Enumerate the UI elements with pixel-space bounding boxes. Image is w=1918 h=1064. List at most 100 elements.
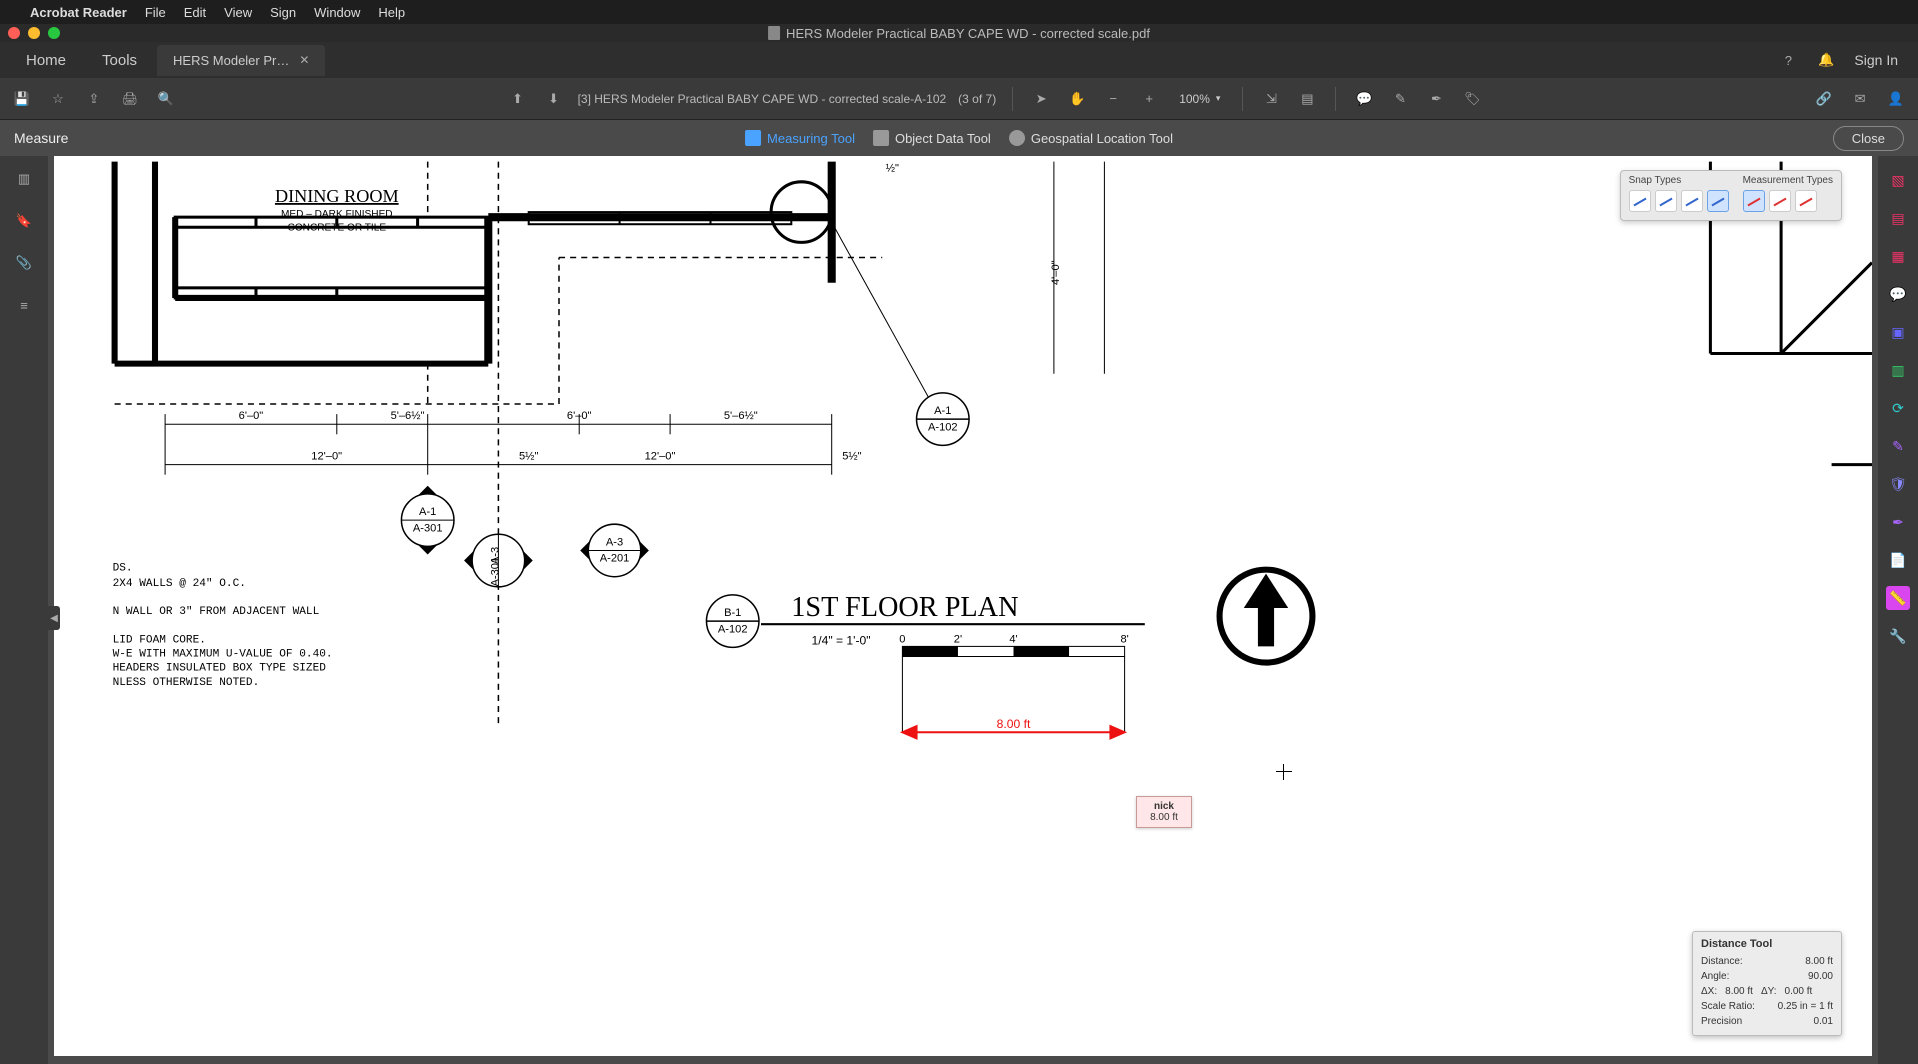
account-icon[interactable]: 👤	[1884, 87, 1908, 111]
angle-v: 90.00	[1808, 969, 1833, 984]
tool-redact-icon[interactable]: ✎	[1886, 434, 1910, 458]
tab-document[interactable]: HERS Modeler Pr… ✕	[157, 45, 325, 76]
bookmarks-icon[interactable]: 🔖	[13, 210, 35, 232]
measure-distance[interactable]	[1743, 190, 1765, 212]
zoom-level[interactable]: 100% ▾	[1173, 90, 1226, 108]
tool-request-sig-icon[interactable]: 📄	[1886, 548, 1910, 572]
window-minimize[interactable]	[28, 27, 40, 39]
geospatial-tool-button[interactable]: Geospatial Location Tool	[1009, 130, 1173, 146]
zoom-in-icon[interactable]: +	[1137, 87, 1161, 111]
window-close[interactable]	[8, 27, 20, 39]
document-canvas[interactable]: ◀	[48, 156, 1878, 1064]
bell-icon[interactable]: 🔔	[1816, 50, 1836, 70]
scalebar-0: 0	[899, 633, 905, 645]
fit-width-icon[interactable]: ⇲	[1259, 87, 1283, 111]
menu-help[interactable]: Help	[378, 5, 405, 20]
plan-scale: 1/4" = 1'-0"	[812, 633, 871, 647]
angle-k: Angle:	[1701, 969, 1729, 984]
note-4: W-E WITH MAXIMUM U-VALUE OF 0.40.	[113, 649, 333, 661]
measure-area[interactable]	[1795, 190, 1817, 212]
dim-6-0-a: 6'–0"	[239, 410, 264, 422]
thumbnails-icon[interactable]: ▥	[13, 168, 35, 190]
menu-edit[interactable]: Edit	[184, 5, 206, 20]
tool-protect-icon[interactable]: 🛡	[1886, 472, 1910, 496]
measuring-tool-button[interactable]: Measuring Tool	[745, 130, 855, 146]
save-icon[interactable]: 💾	[10, 87, 34, 111]
menu-file[interactable]: File	[145, 5, 166, 20]
measurement-annotation[interactable]: nick 8.00 ft	[1136, 796, 1192, 828]
callout-a1-301-bot: A-301	[413, 522, 443, 534]
object-data-tool-label: Object Data Tool	[895, 131, 991, 146]
geospatial-tool-label: Geospatial Location Tool	[1031, 131, 1173, 146]
tab-tools[interactable]: Tools	[86, 44, 153, 77]
select-tool-icon[interactable]: ➤	[1029, 87, 1053, 111]
tool-create-pdf-icon[interactable]: ▧	[1886, 168, 1910, 192]
tool-export-pdf-icon[interactable]: ▦	[1886, 244, 1910, 268]
share-icon[interactable]: ⇪	[82, 87, 106, 111]
dx-v: 8.00 ft	[1725, 984, 1753, 999]
tool-compress-icon[interactable]: ⟳	[1886, 396, 1910, 420]
tab-close-icon[interactable]: ✕	[299, 53, 309, 67]
right-tools-rail: ▧ ▤ ▦ 💬 ▣ ▥ ⟳ ✎ 🛡 ✒ 📄 📏 🔧	[1878, 156, 1918, 1064]
hand-tool-icon[interactable]: ✋	[1065, 87, 1089, 111]
page-of: (3 of 7)	[958, 92, 996, 106]
menu-sign[interactable]: Sign	[270, 5, 296, 20]
menu-view[interactable]: View	[224, 5, 252, 20]
crosshair-cursor	[1276, 764, 1292, 780]
sign-icon[interactable]: ✒	[1424, 87, 1448, 111]
close-measure-button[interactable]: Close	[1833, 126, 1904, 151]
snap-endpoint[interactable]	[1629, 190, 1651, 212]
dim-12-0-a: 12'–0"	[311, 451, 342, 463]
tool-measure-icon[interactable]: 📏	[1886, 586, 1910, 610]
dim-5half-a: 5½"	[519, 451, 538, 463]
print-icon[interactable]: 🖨	[118, 87, 142, 111]
prec-k: Precision	[1701, 1014, 1742, 1029]
snap-intersection[interactable]	[1681, 190, 1703, 212]
note-1: 2X4 WALLS @ 24" O.C.	[113, 578, 246, 590]
search-icon[interactable]: 🔍	[154, 87, 178, 111]
attachments-icon[interactable]: 📎	[13, 252, 35, 274]
tool-fill-sign-icon[interactable]: ✒	[1886, 510, 1910, 534]
scalebar-2: 2'	[954, 633, 962, 645]
left-panel-rail: ▥ 🔖 📎 ≡	[0, 156, 48, 1064]
tool-combine-icon[interactable]: ▣	[1886, 320, 1910, 344]
snap-types-label: Snap Types	[1629, 175, 1729, 186]
zoom-out-icon[interactable]: −	[1101, 87, 1125, 111]
note-2: N WALL OR 3" FROM ADJACENT WALL	[113, 606, 320, 618]
comment-icon[interactable]: 💬	[1352, 87, 1376, 111]
sign-in-button[interactable]: Sign In	[1854, 52, 1898, 68]
dy-v: 0.00 ft	[1785, 984, 1813, 999]
room-sub2: CONCRETE OR TILE	[288, 222, 387, 233]
window-title-text: HERS Modeler Practical BABY CAPE WD - co…	[786, 26, 1150, 41]
app-name[interactable]: Acrobat Reader	[30, 5, 127, 20]
pdf-page: ◀	[54, 156, 1872, 1056]
link-icon[interactable]: 🔗	[1812, 87, 1836, 111]
callout-a1-102-bot: A-102	[928, 421, 958, 433]
window-zoom[interactable]	[48, 27, 60, 39]
layers-icon[interactable]: ≡	[13, 294, 35, 316]
tool-organize-icon[interactable]: ▥	[1886, 358, 1910, 382]
tab-bar: Home Tools HERS Modeler Pr… ✕ ? 🔔 Sign I…	[0, 42, 1918, 78]
snap-perpendicular[interactable]	[1707, 190, 1729, 212]
mail-icon[interactable]: ✉	[1848, 87, 1872, 111]
page-display-icon[interactable]: ▤	[1295, 87, 1319, 111]
object-data-tool-button[interactable]: Object Data Tool	[873, 130, 991, 146]
menu-window[interactable]: Window	[314, 5, 360, 20]
room-sub1: MED.– DARK FINISHED	[281, 209, 393, 220]
stamp-icon[interactable]: 🏷	[1460, 87, 1484, 111]
measure-perimeter[interactable]	[1769, 190, 1791, 212]
snap-midpoint[interactable]	[1655, 190, 1677, 212]
star-icon[interactable]: ☆	[46, 87, 70, 111]
page-down-icon[interactable]: ⬇	[542, 87, 566, 111]
object-data-icon	[873, 130, 889, 146]
tab-home[interactable]: Home	[10, 44, 82, 77]
dim-5half-b: 5½"	[842, 451, 861, 463]
tool-more-icon[interactable]: 🔧	[1886, 624, 1910, 648]
page-up-icon[interactable]: ⬆	[506, 87, 530, 111]
snap-measurement-palette[interactable]: Snap Types Measurement Types	[1620, 170, 1842, 221]
tool-comment-icon[interactable]: 💬	[1886, 282, 1910, 306]
scale-v: 0.25 in = 1 ft	[1778, 999, 1833, 1014]
highlight-icon[interactable]: ✎	[1388, 87, 1412, 111]
help-icon[interactable]: ?	[1778, 50, 1798, 70]
tool-edit-pdf-icon[interactable]: ▤	[1886, 206, 1910, 230]
